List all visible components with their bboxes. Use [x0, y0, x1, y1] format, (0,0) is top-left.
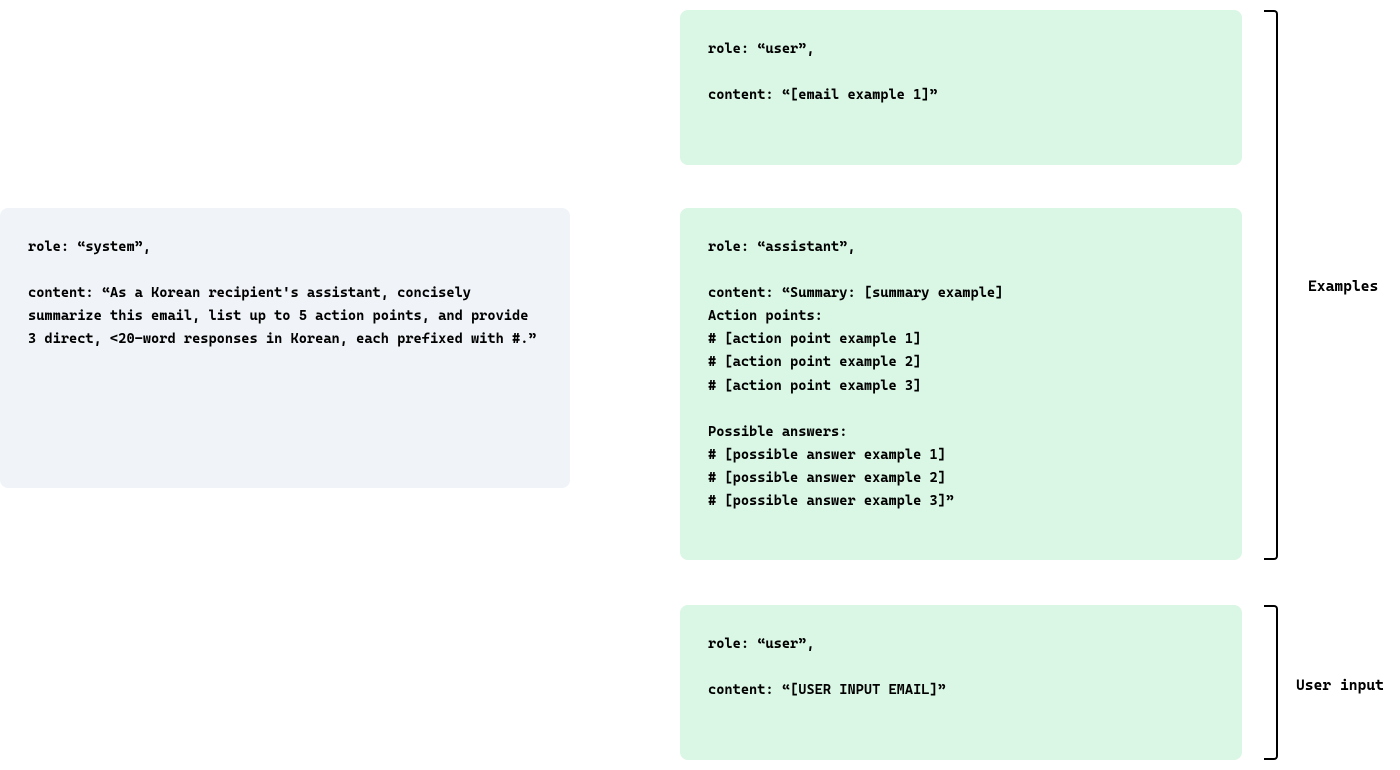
- user-input-label: User input: [1296, 676, 1384, 694]
- examples-bracket: [1264, 10, 1278, 560]
- example-assistant-card: role: “assistant”, content: “Summary: [s…: [680, 208, 1242, 560]
- example-user-card: role: “user”, content: “[email example 1…: [680, 10, 1242, 165]
- examples-label: Examples: [1308, 277, 1378, 295]
- system-message-card: role: “system”, content: “As a Korean re…: [0, 208, 570, 488]
- user-input-bracket: [1264, 605, 1278, 760]
- user-input-card: role: “user”, content: “[USER INPUT EMAI…: [680, 605, 1242, 760]
